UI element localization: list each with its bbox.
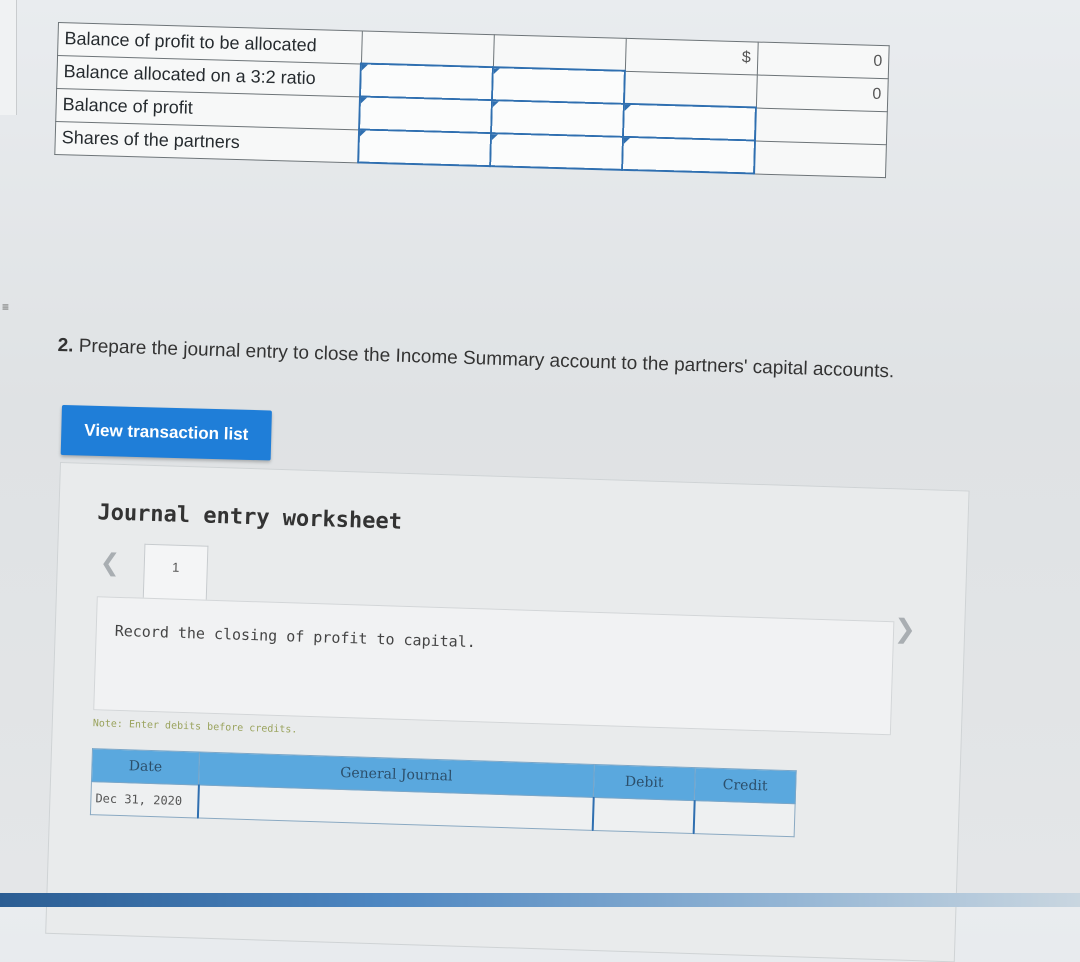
input-cell[interactable] bbox=[491, 100, 624, 137]
question-number: 2. bbox=[57, 335, 74, 357]
table-cell bbox=[360, 30, 494, 68]
table-cell bbox=[623, 70, 757, 108]
side-marker: ≡ bbox=[2, 300, 10, 314]
chevron-left-icon[interactable]: ❮ bbox=[99, 548, 120, 578]
input-cell[interactable] bbox=[623, 103, 756, 141]
worksheet-title: Journal entry worksheet bbox=[97, 500, 403, 535]
header-date: Date bbox=[91, 748, 200, 786]
left-panel-edge bbox=[0, 0, 17, 115]
question-body: Prepare the journal entry to close the I… bbox=[78, 335, 895, 383]
debit-input[interactable] bbox=[592, 797, 695, 834]
table-cell bbox=[492, 34, 626, 71]
view-transaction-list-button[interactable]: View transaction list bbox=[60, 405, 272, 461]
worksheet-tab-1[interactable]: 1 bbox=[142, 543, 209, 603]
question-text: 2. Prepare the journal entry to close th… bbox=[57, 335, 1047, 388]
bottom-bar bbox=[0, 893, 1080, 907]
header-credit: Credit bbox=[694, 767, 797, 804]
input-cell[interactable] bbox=[622, 136, 755, 174]
input-cell[interactable] bbox=[358, 129, 492, 167]
table-cell: $ bbox=[624, 38, 758, 75]
table-cell bbox=[754, 107, 888, 145]
table-cell: 0 bbox=[755, 74, 889, 112]
journal-table: Date General Journal Debit Credit Dec 31… bbox=[90, 748, 797, 837]
header-debit: Debit bbox=[593, 764, 696, 801]
credit-input[interactable] bbox=[693, 800, 796, 837]
date-select[interactable]: Dec 31, 2020 bbox=[90, 781, 199, 818]
journal-entry-worksheet: Journal entry worksheet ❮ 1 ❯ Record the… bbox=[45, 462, 970, 962]
input-cell[interactable] bbox=[490, 133, 624, 170]
row-label: Shares of the partners bbox=[54, 120, 360, 163]
input-cell[interactable] bbox=[491, 67, 625, 104]
input-cell[interactable] bbox=[360, 63, 493, 101]
table-cell: 0 bbox=[756, 42, 890, 79]
allocation-table: Balance of profit to be allocated $ 0 Ba… bbox=[54, 22, 890, 179]
instruction-box: Record the closing of profit to capital. bbox=[93, 596, 895, 736]
note-text: Note: Enter debits before credits. bbox=[92, 718, 298, 736]
chevron-right-icon[interactable]: ❯ bbox=[894, 613, 917, 645]
instruction-text: Record the closing of profit to capital. bbox=[114, 621, 477, 652]
table-cell bbox=[754, 140, 887, 178]
input-cell[interactable] bbox=[359, 96, 492, 134]
